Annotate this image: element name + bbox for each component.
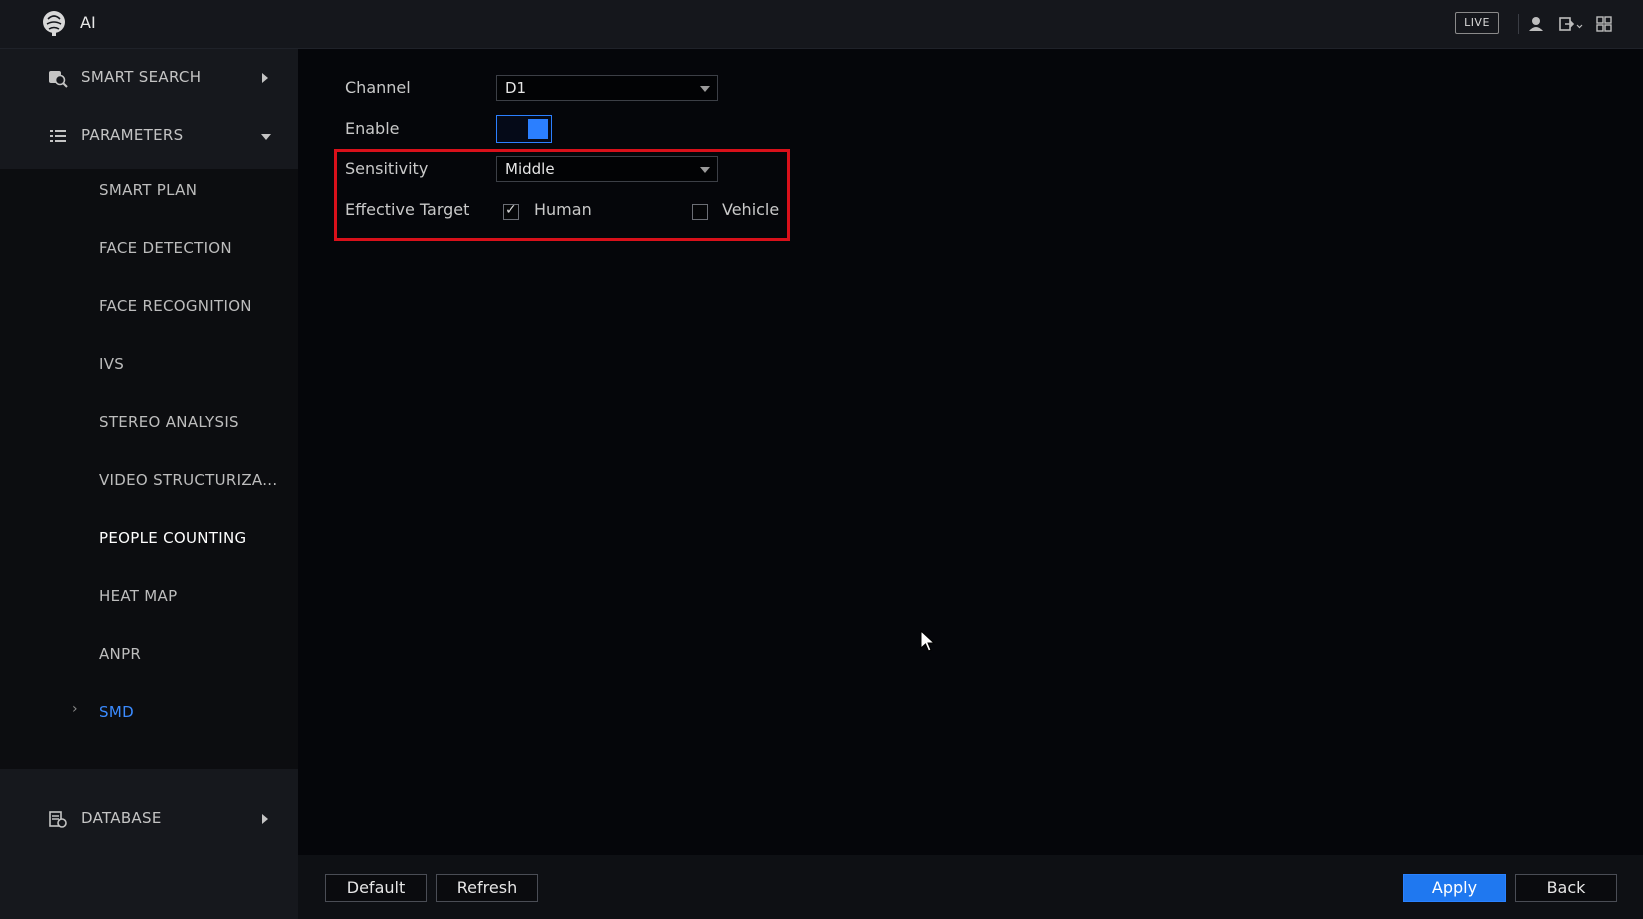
sidebar-section-database[interactable]: DATABASE	[0, 790, 298, 848]
divider	[1518, 14, 1519, 34]
logout-icon[interactable]	[1558, 14, 1584, 34]
sidebar-section-label: SMART SEARCH	[81, 68, 202, 86]
apply-button[interactable]: Apply	[1403, 874, 1506, 902]
app-title: AI	[80, 13, 96, 32]
top-bar: AI LIVE	[0, 0, 1643, 49]
sidebar-item-face-recognition[interactable]: FACE RECOGNITION	[99, 297, 252, 315]
sidebar-item-stereo-analysis[interactable]: STEREO ANALYSIS	[99, 413, 239, 431]
database-icon	[49, 811, 67, 828]
chevron-right-icon	[262, 73, 268, 83]
chevron-right-icon: ›	[72, 701, 78, 717]
chevron-down-icon	[261, 134, 271, 140]
parameters-submenu: SMART PLAN FACE DETECTION FACE RECOGNITI…	[0, 169, 298, 769]
user-icon[interactable]	[1526, 14, 1546, 34]
list-icon	[50, 130, 66, 142]
sidebar-item-heat-map[interactable]: HEAT MAP	[99, 587, 177, 605]
channel-value: D1	[505, 79, 527, 97]
sidebar-section-label: DATABASE	[81, 809, 162, 827]
search-icon	[49, 71, 68, 88]
toggle-knob	[528, 119, 548, 139]
sidebar-section-smart-search[interactable]: SMART SEARCH	[0, 49, 298, 107]
sidebar-item-anpr[interactable]: ANPR	[99, 645, 141, 663]
chevron-down-icon	[700, 86, 710, 92]
sidebar-item-face-detection[interactable]: FACE DETECTION	[99, 239, 232, 257]
brain-logo-icon	[43, 11, 65, 36]
highlight-box	[334, 149, 790, 241]
back-button[interactable]: Back	[1515, 874, 1617, 902]
refresh-button[interactable]: Refresh	[436, 874, 538, 902]
sidebar-section-label: PARAMETERS	[81, 126, 184, 144]
mouse-cursor-icon	[920, 630, 936, 652]
live-button[interactable]: LIVE	[1455, 12, 1499, 34]
sidebar-item-smd[interactable]: SMD	[99, 703, 134, 721]
enable-toggle[interactable]	[496, 115, 552, 143]
grid-menu-icon[interactable]	[1594, 14, 1614, 34]
chevron-right-icon	[262, 814, 268, 824]
sidebar: SMART SEARCH PARAMETERS SMART PLAN FACE …	[0, 49, 298, 919]
sidebar-item-video-structurization[interactable]: VIDEO STRUCTURIZA...	[99, 471, 277, 489]
channel-select[interactable]: D1	[496, 75, 718, 101]
enable-label: Enable	[345, 119, 400, 138]
sidebar-section-parameters[interactable]: PARAMETERS	[0, 107, 298, 165]
sidebar-item-smart-plan[interactable]: SMART PLAN	[99, 181, 197, 199]
sidebar-item-ivs[interactable]: IVS	[99, 355, 124, 373]
channel-label: Channel	[345, 78, 411, 97]
sidebar-item-people-counting[interactable]: PEOPLE COUNTING	[99, 529, 246, 547]
default-button[interactable]: Default	[325, 874, 427, 902]
